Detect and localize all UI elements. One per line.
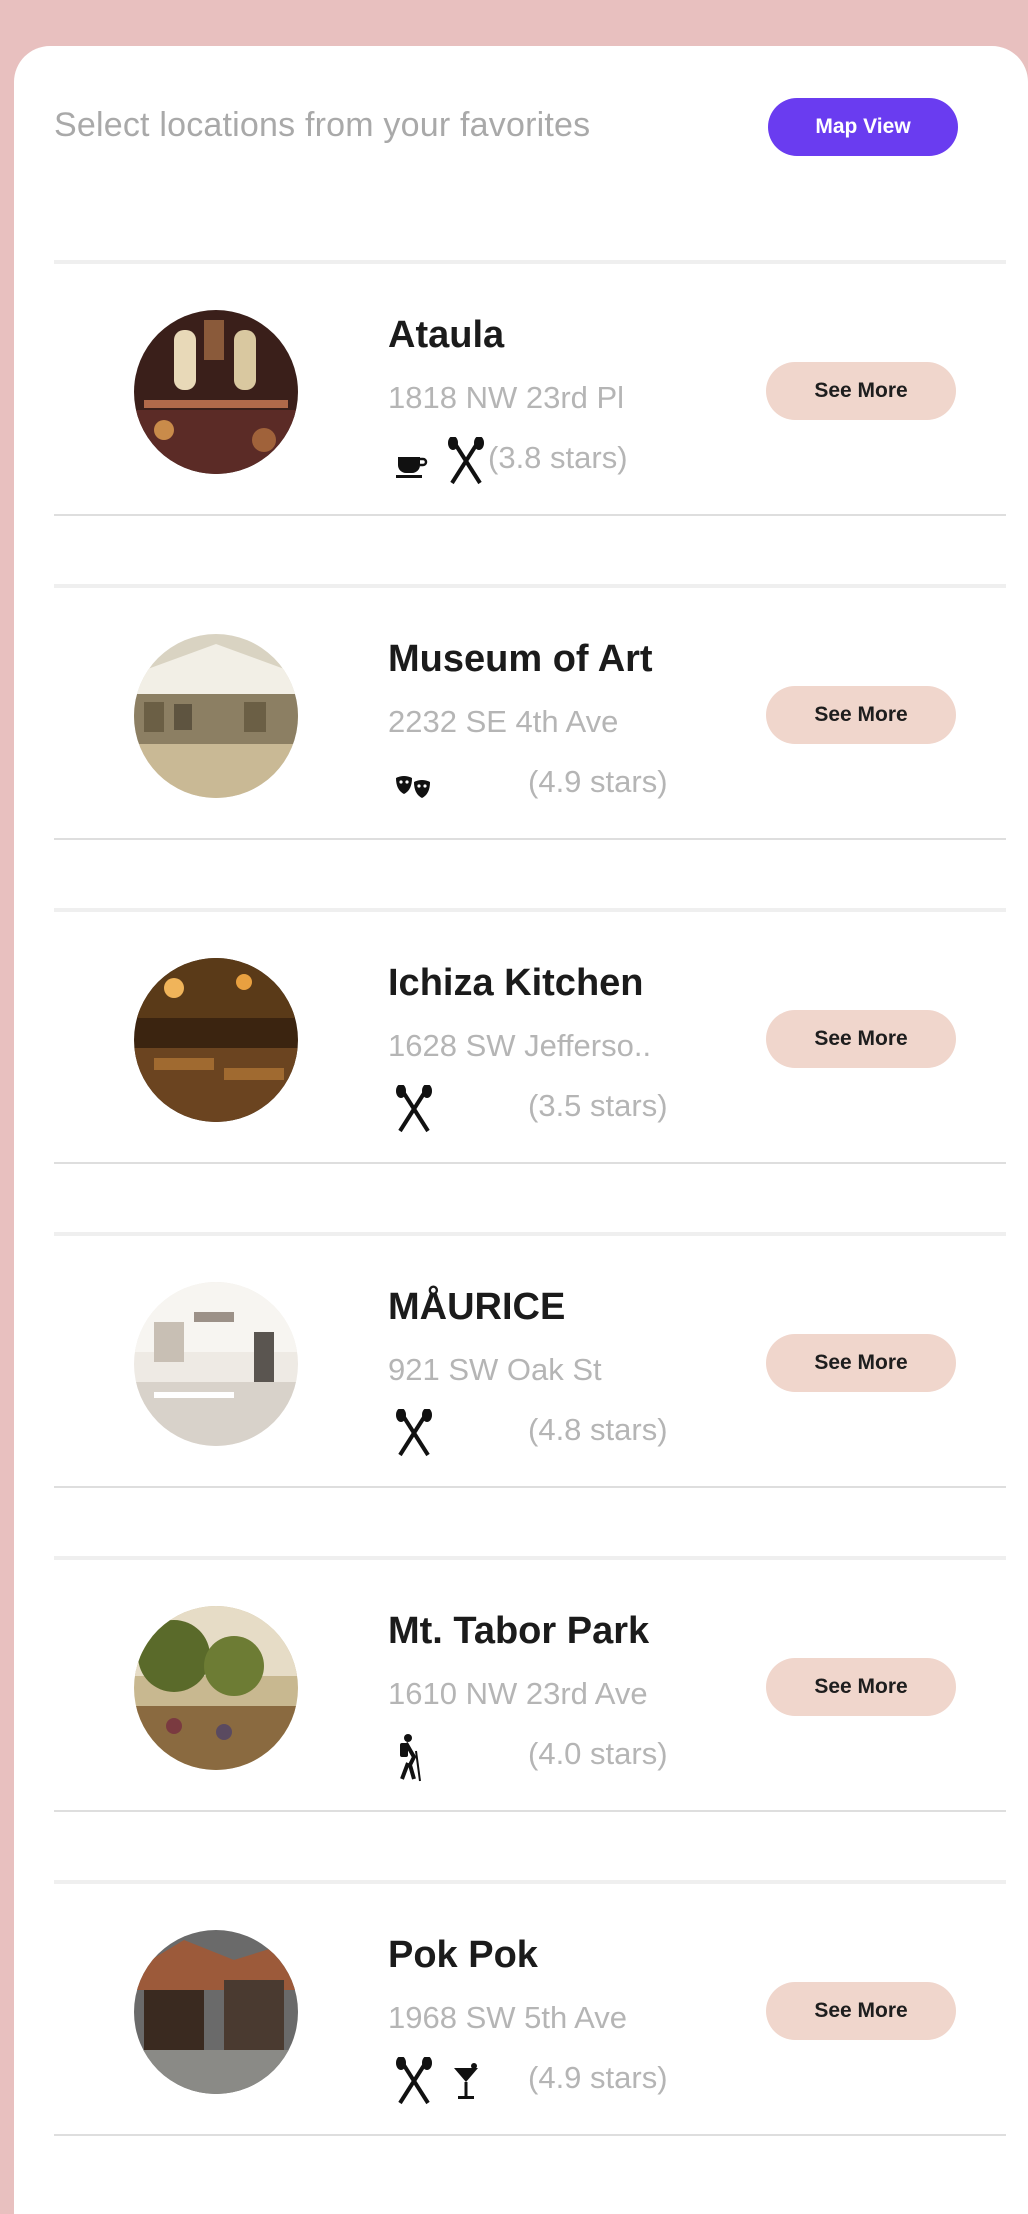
location-rating: (4.0 stars): [528, 1736, 668, 1771]
see-more-button[interactable]: See More: [766, 1010, 956, 1068]
list-item[interactable]: Museum of Art 2232 SE 4th Ave (4.9 stars…: [54, 584, 1006, 840]
see-more-button[interactable]: See More: [766, 1658, 956, 1716]
category-icons: [394, 436, 486, 488]
location-address: 1968 SW 5th Ave: [388, 2000, 627, 2035]
utensils-icon: [394, 1409, 434, 1459]
category-icons: [394, 1084, 434, 1136]
location-photo: [134, 1282, 298, 1446]
utensils-icon: [446, 437, 486, 487]
category-icons: [394, 1732, 426, 1784]
location-photo: [134, 1606, 298, 1770]
location-address: 2232 SE 4th Ave: [388, 704, 619, 739]
coffee-icon: [394, 445, 428, 479]
location-rating: (4.8 stars): [528, 1412, 668, 1447]
list-item[interactable]: Pok Pok 1968 SW 5th Ave (4.9 stars) See …: [54, 1880, 1006, 2136]
see-more-button[interactable]: See More: [766, 1334, 956, 1392]
location-rating: (3.8 stars): [488, 440, 628, 475]
location-photo: [134, 1930, 298, 2094]
theater-masks-icon: [394, 770, 434, 802]
list-item[interactable]: Ichiza Kitchen 1628 SW Jefferso.. (3.5 s…: [54, 908, 1006, 1164]
see-more-button[interactable]: See More: [766, 686, 956, 744]
location-address: 1628 SW Jefferso..: [388, 1028, 652, 1063]
category-icons: [394, 760, 434, 812]
location-address: 1818 NW 23rd Pl: [388, 380, 625, 415]
location-name: Ichiza Kitchen: [388, 962, 644, 1004]
map-view-button[interactable]: Map View: [768, 98, 958, 156]
location-rating: (4.9 stars): [528, 2060, 668, 2095]
location-rating: (4.9 stars): [528, 764, 668, 799]
location-photo: [134, 310, 298, 474]
favorites-card: Select locations from your favorites Map…: [14, 46, 1028, 2214]
utensils-icon: [394, 1085, 434, 1135]
subtitle: Select locations from your favorites: [54, 106, 591, 144]
location-name: MÅURICE: [388, 1286, 566, 1328]
location-address: 1610 NW 23rd Ave: [388, 1676, 648, 1711]
list-item[interactable]: Mt. Tabor Park 1610 NW 23rd Ave (4.0 sta…: [54, 1556, 1006, 1812]
location-name: Mt. Tabor Park: [388, 1610, 650, 1652]
cocktail-icon: [452, 2062, 480, 2102]
location-photo: [134, 958, 298, 1122]
category-icons: [394, 1408, 434, 1460]
see-more-button[interactable]: See More: [766, 1982, 956, 2040]
location-photo: [134, 634, 298, 798]
hiker-icon: [394, 1733, 426, 1783]
location-rating: (3.5 stars): [528, 1088, 668, 1123]
utensils-icon: [394, 2057, 434, 2107]
location-address: 921 SW Oak St: [388, 1352, 602, 1387]
list-item[interactable]: MÅURICE 921 SW Oak St (4.8 stars) See Mo…: [54, 1232, 1006, 1488]
location-name: Ataula: [388, 314, 505, 356]
location-name: Pok Pok: [388, 1934, 538, 1976]
see-more-button[interactable]: See More: [766, 362, 956, 420]
category-icons: [394, 2056, 480, 2108]
location-name: Museum of Art: [388, 638, 653, 680]
list-item[interactable]: Ataula 1818 NW 23rd Pl (3.8 stars) See M…: [54, 260, 1006, 516]
